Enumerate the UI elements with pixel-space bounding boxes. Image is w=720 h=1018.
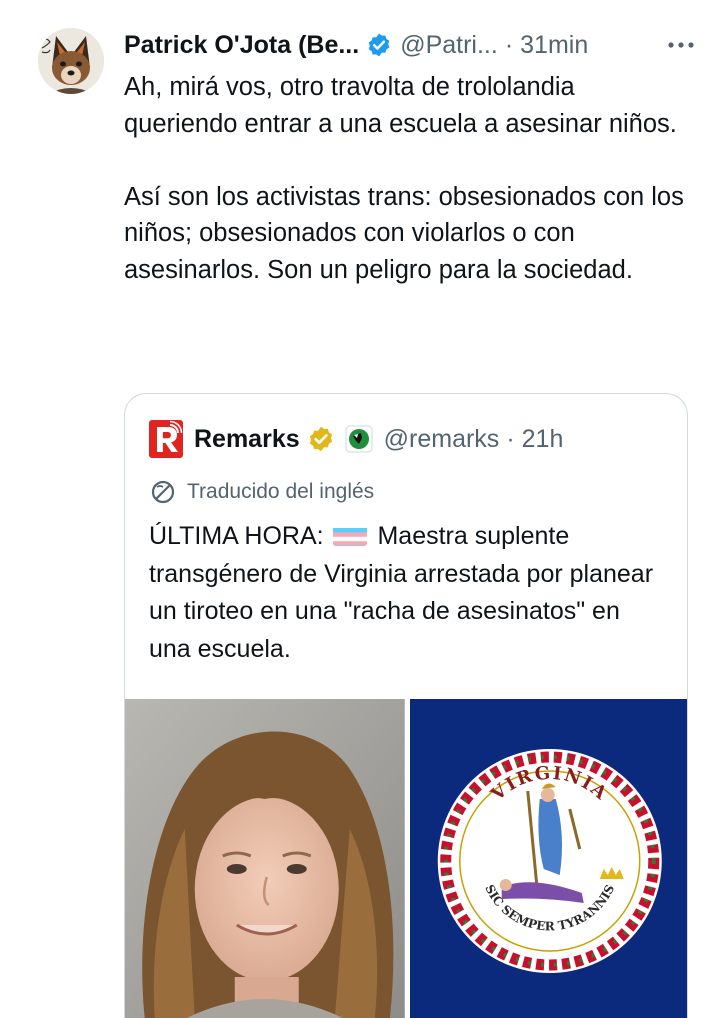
tweet[interactable]: Patrick O'Jota (Be... @Patri... · 31min … [0, 0, 720, 1018]
author-handle[interactable]: @Patri... [400, 31, 498, 60]
quoted-tweet-header: Remarks @remarks · 21h [149, 420, 563, 458]
remarks-logo-icon[interactable] [149, 420, 183, 458]
mugshot-photo[interactable] [125, 699, 405, 1018]
avatar[interactable] [38, 28, 104, 94]
gold-verified-badge-icon[interactable] [307, 425, 335, 453]
verified-badge-icon[interactable] [366, 32, 392, 58]
quoted-text-before: ÚLTIMA HORA: [149, 522, 331, 550]
translate-icon [151, 480, 175, 504]
translated-label: Traducido del inglés [187, 480, 375, 503]
more-options-icon[interactable] [664, 31, 698, 59]
tweet-timestamp[interactable]: 31min [520, 31, 588, 60]
quoted-author-display-name[interactable]: Remarks [194, 425, 300, 454]
author-display-name[interactable]: Patrick O'Jota (Be... [124, 31, 359, 60]
wolf-avatar-icon [38, 28, 104, 94]
quoted-tweet-text: ÚLTIMA HORA: Maestra suplente transgéner… [149, 518, 665, 668]
quoted-timestamp[interactable]: 21h [522, 425, 564, 454]
translation-indicator[interactable]: Traducido del inglés [149, 477, 374, 507]
quoted-header-separator: · [506, 424, 515, 453]
quoted-author-handle[interactable]: @remarks [384, 425, 500, 454]
virginia-state-flag[interactable]: VIRGINIA SIC SEMPER TYRANNIS [409, 699, 687, 1018]
header-separator: · [504, 30, 514, 59]
quoted-tweet[interactable]: Remarks @remarks · 21h Traducido del ing… [124, 393, 688, 1018]
tweet-text: Ah, mirá vos, otro travolta de trololand… [124, 73, 684, 284]
affiliate-badge-icon[interactable] [345, 425, 373, 453]
transgender-flag-icon [332, 524, 367, 546]
tweet-header: Patrick O'Jota (Be... @Patri... · 31min [124, 27, 698, 63]
quoted-media-grid: VIRGINIA SIC SEMPER TYRANNIS [125, 699, 687, 1018]
